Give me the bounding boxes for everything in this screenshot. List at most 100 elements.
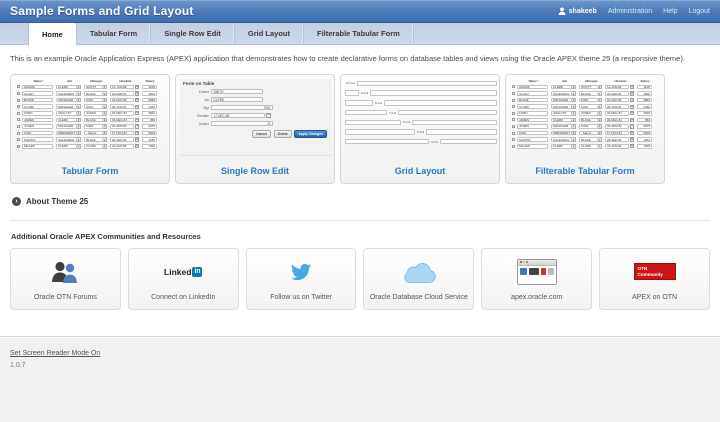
job-select[interactable]: MANAGER [551, 104, 572, 109]
manager-select[interactable]: BLAKE [84, 137, 103, 142]
calendar-icon[interactable] [135, 131, 139, 135]
grid-input[interactable] [440, 139, 497, 144]
select-arrow-icon[interactable]: ▾ [598, 137, 602, 142]
name-input[interactable]: FORD [517, 111, 548, 116]
single-row-edit-card[interactable]: Form on Table EnameSMITHJobCLERKMgr7902H… [175, 74, 335, 184]
tab-tabular-form[interactable]: Tabular Form [77, 23, 151, 44]
select-arrow-icon[interactable]: ▾ [103, 144, 107, 149]
filterable-tabular-form-link[interactable]: Filterable Tabular Form [506, 166, 664, 176]
salary-input[interactable]: 1600 [142, 91, 157, 96]
grid-input[interactable] [345, 90, 359, 95]
job-select[interactable]: SALESMAN [551, 137, 572, 142]
hiredate-input[interactable]: 28-SEP-81 [110, 137, 134, 142]
select-arrow-icon[interactable]: ▾ [598, 104, 602, 109]
grid-layout-link[interactable]: Grid Layout [341, 166, 499, 176]
name-input[interactable]: JAMES [517, 118, 548, 123]
name-input[interactable]: ADAMS [22, 85, 53, 90]
manager-select[interactable]: BLAKE [579, 118, 598, 123]
grid-input[interactable] [345, 100, 373, 105]
job-select[interactable]: PRESIDENT [551, 131, 572, 136]
header-link-administration[interactable]: Administration [608, 8, 652, 15]
salary-input[interactable]: 1300 [637, 144, 652, 149]
row-checkbox[interactable] [17, 112, 20, 115]
salary-input[interactable]: 1600 [637, 91, 652, 96]
manager-select[interactable]: KING [579, 124, 598, 129]
job-select[interactable]: MANAGER [56, 98, 77, 103]
calendar-icon[interactable] [630, 137, 634, 141]
calendar-icon[interactable] [630, 91, 634, 95]
salary-input[interactable]: 2850 [637, 98, 652, 103]
select-arrow-icon[interactable]: ▾ [103, 85, 107, 90]
calendar-icon[interactable] [630, 85, 634, 89]
calendar-icon[interactable] [630, 105, 634, 109]
row-checkbox[interactable] [512, 92, 515, 95]
select-arrow-icon[interactable]: ▾ [103, 111, 107, 116]
tabular-form-link[interactable]: Tabular Form [11, 166, 169, 176]
select-arrow-icon[interactable]: ▾ [103, 137, 107, 142]
grid-layout-card[interactable]: 10-Col9-Col8-Col7-Col6-Col5-Col4-Col Gri… [340, 74, 500, 184]
manager-select[interactable]: KING [84, 124, 103, 129]
calendar-icon[interactable] [630, 98, 634, 102]
select-arrow-icon[interactable]: ▾ [103, 118, 107, 123]
row-checkbox[interactable] [17, 92, 20, 95]
grid-input[interactable] [370, 90, 497, 95]
salary-input[interactable]: 2850 [142, 98, 157, 103]
job-select[interactable]: CLERK [56, 85, 77, 90]
manager-select[interactable]: - Select - [84, 131, 103, 136]
filterable-tabular-form-card[interactable]: Name*JobManagerHiredateSalaryADAMSCLERK▾… [505, 74, 665, 184]
delete-button[interactable]: Delete [274, 130, 292, 138]
job-select[interactable]: PRESIDENT [56, 131, 77, 136]
tab-home[interactable]: Home [28, 23, 77, 45]
job-select[interactable]: ANALYST [551, 111, 572, 116]
job-select[interactable]: SALESMAN [56, 137, 77, 142]
job-select[interactable]: CLERK [551, 144, 572, 149]
name-input[interactable]: JONES [22, 124, 53, 129]
job-field[interactable]: CLERK [211, 97, 263, 102]
job-select[interactable]: CLERK [551, 85, 572, 90]
name-input[interactable]: MILLER [517, 144, 548, 149]
calendar-icon[interactable] [135, 105, 139, 109]
row-checkbox[interactable] [512, 145, 515, 148]
name-input[interactable]: CLARK [22, 104, 53, 109]
hiredate-input[interactable]: 20-FEB-81 [605, 91, 629, 96]
row-checkbox[interactable] [17, 125, 20, 128]
hiredate-input[interactable]: 03-DEC-81 [605, 111, 629, 116]
select-arrow-icon[interactable]: ▾ [572, 98, 576, 103]
row-checkbox[interactable] [17, 105, 20, 108]
select-arrow-icon[interactable]: ▾ [103, 104, 107, 109]
name-input[interactable]: JAMES [22, 118, 53, 123]
select-arrow-icon[interactable]: ▾ [77, 124, 81, 129]
name-input[interactable]: FORD [22, 111, 53, 116]
select-arrow-icon[interactable]: ▾ [572, 124, 576, 129]
salary-input[interactable]: 2975 [637, 124, 652, 129]
name-input[interactable]: MARTIN [22, 137, 53, 142]
select-arrow-icon[interactable]: ▾ [77, 104, 81, 109]
salary-input[interactable]: 1250 [142, 137, 157, 142]
select-arrow-icon[interactable]: ▾ [572, 111, 576, 116]
header-link-logout[interactable]: Logout [689, 8, 710, 15]
resource-card-apex-on-otn[interactable]: OTNCommunityAPEX on OTN [599, 248, 710, 310]
select-arrow-icon[interactable]: ▾ [572, 104, 576, 109]
manager-select[interactable]: JONES [84, 111, 103, 116]
select-arrow-icon[interactable]: ▾ [572, 85, 576, 90]
salary-input[interactable]: 2450 [142, 104, 157, 109]
hiredate-input[interactable]: 17-NOV-81 [605, 131, 629, 136]
resource-card-apex-oracle-com[interactable]: apex.oracle.com [481, 248, 592, 310]
select-arrow-icon[interactable]: ▾ [598, 131, 602, 136]
hiredate-input[interactable]: 23-JAN-82 [110, 144, 134, 149]
select-arrow-icon[interactable]: ▾ [598, 144, 602, 149]
name-input[interactable]: KING [517, 131, 548, 136]
row-checkbox[interactable] [512, 118, 515, 121]
select-arrow-icon[interactable]: ▾ [572, 144, 576, 149]
select-arrow-icon[interactable]: ▾ [77, 144, 81, 149]
select-arrow-icon[interactable]: ▾ [572, 118, 576, 123]
select-arrow-icon[interactable]: ▾ [103, 98, 107, 103]
hiredate-input[interactable]: 01-MAY-81 [110, 98, 134, 103]
hiredate-input[interactable]: 12-JAN-83 [110, 85, 134, 90]
hiredate-input[interactable]: 01-MAY-81 [605, 98, 629, 103]
job-select[interactable]: MANAGER [551, 124, 572, 129]
manager-select[interactable]: SCOTT [84, 85, 103, 90]
salary-input[interactable]: 1300 [142, 144, 157, 149]
manager-select[interactable]: BLAKE [579, 137, 598, 142]
grid-input[interactable] [345, 129, 415, 134]
